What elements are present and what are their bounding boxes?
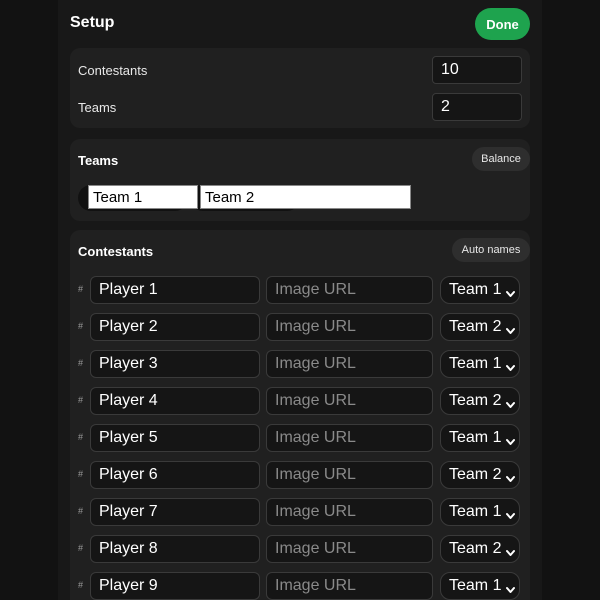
image-url-input[interactable]: Image URL: [266, 350, 433, 378]
balance-button[interactable]: Balance: [472, 147, 530, 171]
image-url-input[interactable]: Image URL: [266, 276, 433, 304]
contestants-section-title: Contestants: [78, 244, 154, 259]
contestant-row: # Player 9 Image URL Team 1: [70, 572, 530, 600]
contestants-card: Contestants Auto names # Player 1 Image UR…: [70, 230, 530, 600]
teams-count-input[interactable]: 2: [432, 93, 522, 121]
team-select[interactable]: Team 1: [440, 276, 520, 304]
contestant-row: # Player 5 Image URL Team 1: [70, 424, 530, 452]
contestant-name-input[interactable]: Player 3: [90, 350, 260, 378]
contestant-row: # Player 1 Image URL Team 1: [70, 276, 530, 304]
contestant-name-input[interactable]: Player 2: [90, 313, 260, 341]
contestant-row: # Player 7 Image URL Team 1: [70, 498, 530, 526]
chevron-down-icon: [505, 545, 516, 556]
teams-section-title: Teams: [78, 153, 119, 168]
chevron-down-icon: [505, 360, 516, 371]
chevron-down-icon: [505, 508, 516, 519]
team-select[interactable]: Team 1: [440, 572, 520, 600]
team-select-value: Team 1: [449, 577, 502, 594]
team-select[interactable]: Team 2: [440, 387, 520, 415]
contestant-name-input[interactable]: Player 8: [90, 535, 260, 563]
image-url-input[interactable]: Image URL: [266, 535, 433, 563]
team-select[interactable]: Team 1: [440, 498, 520, 526]
contestant-name-input[interactable]: Player 9: [90, 572, 260, 600]
image-url-input[interactable]: Image URL: [266, 461, 433, 489]
team-name-input-2[interactable]: Team 2: [200, 185, 411, 209]
page-title: Setup: [70, 14, 115, 31]
image-url-input[interactable]: Image URL: [266, 424, 433, 452]
done-button[interactable]: Done: [475, 8, 530, 40]
contestant-name-input[interactable]: Player 6: [90, 461, 260, 489]
team-select-value: Team 1: [449, 281, 502, 298]
chevron-down-icon: [505, 323, 516, 334]
drag-handle-icon[interactable]: #: [78, 358, 83, 368]
drag-handle-icon[interactable]: #: [78, 432, 83, 442]
drag-handle-icon[interactable]: #: [78, 395, 83, 405]
setup-panel: Setup Done Contestants 10 Teams 2 Teams …: [58, 0, 542, 600]
contestant-row: # Player 3 Image URL Team 1: [70, 350, 530, 378]
team-select-value: Team 1: [449, 355, 502, 372]
team-select[interactable]: Team 2: [440, 535, 520, 563]
chevron-down-icon: [505, 397, 516, 408]
team-select-value: Team 2: [449, 318, 502, 335]
teams-card: Teams Balance Team 1 Team 2: [70, 139, 530, 221]
chevron-down-icon: [505, 434, 516, 445]
drag-handle-icon[interactable]: #: [78, 543, 83, 553]
drag-handle-icon[interactable]: #: [78, 580, 83, 590]
team-select[interactable]: Team 2: [440, 313, 520, 341]
auto-names-button[interactable]: Auto names: [452, 238, 530, 262]
header: Setup Done: [70, 8, 530, 40]
contestant-name-input[interactable]: Player 7: [90, 498, 260, 526]
team-select-value: Team 2: [449, 392, 502, 409]
image-url-input[interactable]: Image URL: [266, 498, 433, 526]
team-select-value: Team 1: [449, 429, 502, 446]
counts-card: Contestants 10 Teams 2: [70, 48, 530, 128]
teams-count-label: Teams: [78, 100, 117, 115]
drag-handle-icon[interactable]: #: [78, 469, 83, 479]
drag-handle-icon[interactable]: #: [78, 506, 83, 516]
image-url-input[interactable]: Image URL: [266, 313, 433, 341]
team-select[interactable]: Team 1: [440, 424, 520, 452]
contestant-name-input[interactable]: Player 4: [90, 387, 260, 415]
drag-handle-icon[interactable]: #: [78, 284, 83, 294]
chevron-down-icon: [505, 582, 516, 593]
team-select-value: Team 2: [449, 540, 502, 557]
contestants-count-label: Contestants: [78, 63, 148, 78]
team-name-input-1[interactable]: Team 1: [88, 185, 198, 209]
contestants-count-row: Contestants 10: [78, 56, 522, 84]
contestant-name-input[interactable]: Player 5: [90, 424, 260, 452]
chevron-down-icon: [505, 286, 516, 297]
team-select-value: Team 2: [449, 466, 502, 483]
contestant-row: # Player 4 Image URL Team 2: [70, 387, 530, 415]
drag-handle-icon[interactable]: #: [78, 321, 83, 331]
image-url-input[interactable]: Image URL: [266, 572, 433, 600]
team-select[interactable]: Team 1: [440, 350, 520, 378]
contestant-row: # Player 6 Image URL Team 2: [70, 461, 530, 489]
chevron-down-icon: [505, 471, 516, 482]
contestant-row: # Player 2 Image URL Team 2: [70, 313, 530, 341]
team-select[interactable]: Team 2: [440, 461, 520, 489]
contestant-row: # Player 8 Image URL Team 2: [70, 535, 530, 563]
teams-count-row: Teams 2: [78, 93, 522, 121]
team-select-value: Team 1: [449, 503, 502, 520]
contestants-count-input[interactable]: 10: [432, 56, 522, 84]
image-url-input[interactable]: Image URL: [266, 387, 433, 415]
contestant-name-input[interactable]: Player 1: [90, 276, 260, 304]
